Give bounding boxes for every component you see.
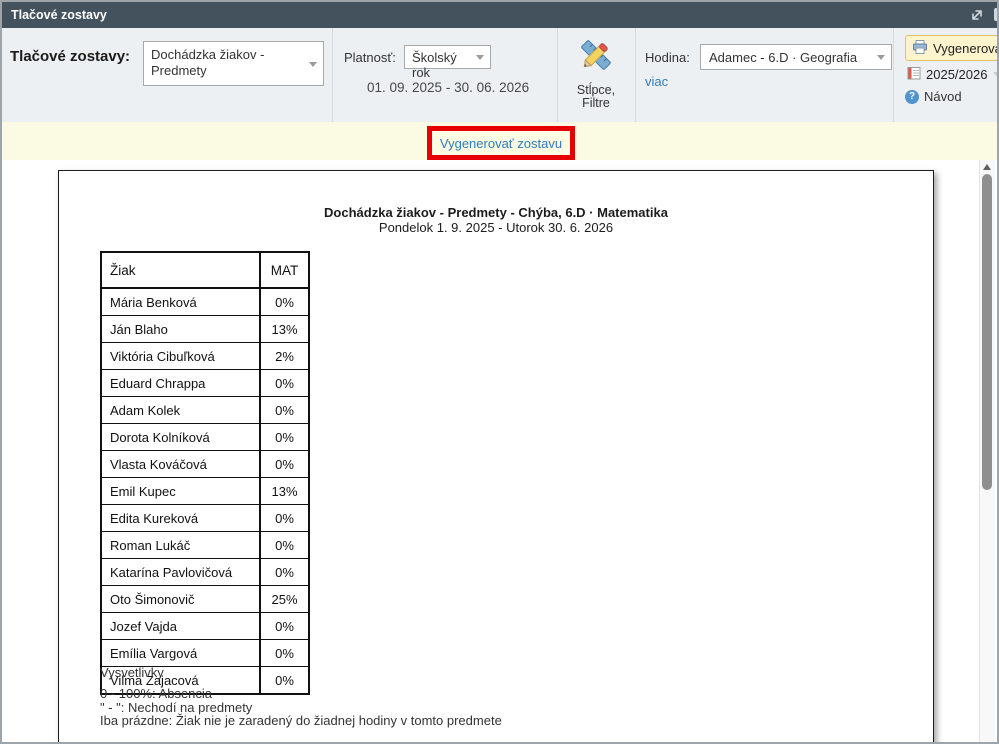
student-name-cell: Ján Blaho [101,316,260,343]
print-reports-window: Tlačové zostavy Tlačové zostavy: Dochádz… [0,0,999,744]
printer-icon [912,39,928,58]
attendance-value-cell: 0% [260,370,309,397]
student-name-cell: Eduard Chrappa [101,370,260,397]
legend-line: " - ": Nechodí na predmety [100,701,502,715]
student-name-cell: Dorota Kolníková [101,424,260,451]
student-name-cell: Emil Kupec [101,478,260,505]
attendance-value-cell: 0% [260,640,309,667]
report-type-value-line1: Dochádzka žiakov - [151,47,301,63]
chevron-down-icon [877,55,885,60]
table-row: Adam Kolek0% [101,397,309,424]
table-row: Eduard Chrappa0% [101,370,309,397]
vertical-scrollbar[interactable] [979,160,995,742]
school-year-select[interactable]: 2025/2026 [907,66,987,83]
table-row: Edita Kureková0% [101,505,309,532]
ruler-pencil-icon [577,61,615,78]
lesson-value: Adamec - 6.D · Geografia [709,50,857,65]
legend-title: Vysvetlivky [100,665,164,680]
action-bar: Vygenerovať zostavu [2,122,997,160]
student-name-cell: Oto Šimonovič [101,586,260,613]
school-year-value: 2025/2026 [926,67,987,82]
student-name-cell: Katarína Pavlovičová [101,559,260,586]
student-name-cell: Adam Kolek [101,397,260,424]
table-row: Oto Šimonovič25% [101,586,309,613]
attendance-value-cell: 0% [260,288,309,316]
table-row: Dorota Kolníková0% [101,424,309,451]
generate-button-label: Vygenerovať [933,41,999,56]
table-row: Emil Kupec13% [101,478,309,505]
attendance-table-body: Mária Benková0%Ján Blaho13%Viktória Cibu… [101,288,309,694]
attendance-value-cell: 13% [260,478,309,505]
report-page: Dochádzka žiakov - Predmety - Chýba, 6.D… [58,170,934,744]
expand-icon[interactable] [970,8,984,22]
toolbar-separator [635,28,636,122]
window-title: Tlačové zostavy [11,2,107,28]
attendance-value-cell: 0% [260,505,309,532]
column-header-student: Žiak [101,252,260,288]
legend-line: Iba prázdne: Žiak nie je zaradený do žia… [100,714,502,728]
attendance-value-cell: 0% [260,613,309,640]
partial-menu-icon[interactable] [994,8,999,21]
table-row: Mária Benková0% [101,288,309,316]
report-type-value-line2: Predmety [151,63,301,79]
table-row: Viktória Cibuľková2% [101,343,309,370]
toolbar-separator [893,28,894,122]
attendance-value-cell: 0% [260,559,309,586]
columns-filters-label-line2: Filtre [558,97,634,110]
annotation-highlight-box: Vygenerovať zostavu [427,126,575,160]
student-name-cell: Emília Vargová [101,640,260,667]
attendance-value-cell: 2% [260,343,309,370]
chevron-down-icon [476,55,484,60]
more-link[interactable]: viac [645,74,668,89]
attendance-value-cell: 0% [260,532,309,559]
student-name-cell: Vlasta Kováčová [101,451,260,478]
report-picker-label: Tlačové zostavy: [10,48,130,65]
column-header-subject: MAT [260,252,309,288]
scrollbar-thumb[interactable] [982,174,992,490]
table-header-row: Žiak MAT [101,252,309,288]
chevron-down-icon [993,72,999,79]
attendance-value-cell: 0% [260,424,309,451]
legend-lines: 0 - 100%: Absencia" - ": Nechodí na pred… [100,687,502,728]
table-row: Katarína Pavlovičová0% [101,559,309,586]
date-range-text: 01. 09. 2025 - 30. 06. 2026 [367,80,529,95]
scroll-up-arrow-icon[interactable] [980,162,995,172]
help-link[interactable]: ? Návod [905,89,962,104]
validity-value: Školský rok [412,50,457,80]
report-type-select[interactable]: Dochádzka žiakov - Predmety [143,41,324,86]
attendance-table: Žiak MAT Mária Benková0%Ján Blaho13%Vikt… [100,251,310,695]
student-name-cell: Edita Kureková [101,505,260,532]
legend-line: 0 - 100%: Absencia [100,687,502,701]
student-name-cell: Mária Benková [101,288,260,316]
window-titlebar: Tlačové zostavy [2,2,997,28]
report-content-area: Dochádzka žiakov - Predmety - Chýba, 6.D… [2,160,997,742]
chevron-down-icon [309,62,317,67]
student-name-cell: Viktória Cibuľková [101,343,260,370]
toolbar-separator [332,28,333,122]
attendance-value-cell: 0% [260,397,309,424]
table-row: Jozef Vajda0% [101,613,309,640]
table-row: Roman Lukáč0% [101,532,309,559]
generate-report-link[interactable]: Vygenerovať zostavu [440,136,562,151]
validity-select[interactable]: Školský rok [404,45,491,69]
table-row: Emília Vargová0% [101,640,309,667]
lesson-label: Hodina: [645,50,690,65]
lesson-select[interactable]: Adamec - 6.D · Geografia [700,44,892,70]
attendance-value-cell: 13% [260,316,309,343]
report-subtitle: Pondelok 1. 9. 2025 - Utorok 30. 6. 2026 [59,220,933,235]
columns-filters-button[interactable]: Stĺpce, Filtre [558,36,634,110]
generate-button[interactable]: Vygenerovať [905,35,999,61]
report-title: Dochádzka žiakov - Predmety - Chýba, 6.D… [59,205,933,220]
attendance-value-cell: 0% [260,451,309,478]
student-name-cell: Jozef Vajda [101,613,260,640]
help-icon: ? [905,90,919,104]
help-label: Návod [924,89,962,104]
calendar-icon [907,66,921,83]
table-row: Ján Blaho13% [101,316,309,343]
validity-label: Platnosť: [344,50,396,65]
attendance-value-cell: 25% [260,586,309,613]
student-name-cell: Roman Lukáč [101,532,260,559]
table-row: Vlasta Kováčová0% [101,451,309,478]
toolbar: Tlačové zostavy: Dochádzka žiakov - Pred… [2,28,997,122]
